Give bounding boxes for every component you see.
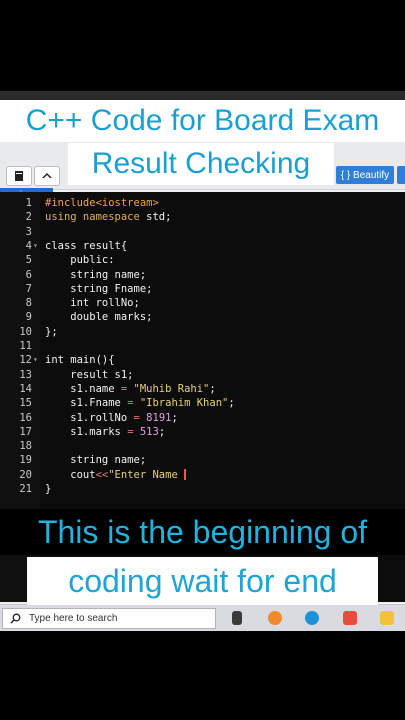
line-number: 4 — [25, 239, 32, 252]
code-line[interactable]: 5 public: — [0, 253, 405, 267]
line-number: 9 — [25, 311, 32, 324]
line-number: 12 — [19, 354, 32, 367]
line-number: 15 — [19, 397, 32, 410]
explorer-icon[interactable] — [380, 611, 394, 625]
code-line[interactable]: 6 string name; — [0, 268, 405, 282]
fold-icon[interactable]: ▾ — [33, 239, 38, 253]
line-number: 17 — [19, 425, 32, 438]
caption-bottom-line2: coding wait for end — [27, 557, 378, 605]
line-number: 18 — [19, 440, 32, 453]
code-line[interactable]: 9 double marks; — [0, 310, 405, 324]
run-button[interactable] — [34, 166, 60, 186]
code-text[interactable]: int main(){ — [45, 353, 115, 367]
line-number: 21 — [19, 483, 32, 495]
fold-icon[interactable]: ▾ — [33, 353, 38, 367]
code-text[interactable]: result s1; — [45, 368, 133, 382]
line-number: 7 — [25, 282, 32, 295]
code-line[interactable]: 12 ▾ int main(){ — [0, 353, 405, 367]
line-number: 11 — [19, 340, 32, 352]
code-line[interactable]: 17 s1.marks = 513; — [0, 425, 405, 439]
code-line[interactable]: 21} — [0, 482, 405, 496]
code-text[interactable]: string Fname; — [45, 282, 152, 296]
line-number: 14 — [19, 382, 32, 395]
taskbar-search-box[interactable]: Type here to search — [2, 608, 216, 629]
line-number: 3 — [25, 225, 32, 238]
code-line[interactable]: 3 — [0, 225, 405, 239]
code-text[interactable]: } — [45, 482, 51, 496]
beautify-button[interactable]: { } Beautify — [336, 166, 394, 184]
caption-top-line1: C++ Code for Board Exam — [0, 100, 405, 142]
code-text[interactable]: double marks; — [45, 310, 152, 324]
line-number: 2 — [25, 211, 32, 224]
run-icon — [42, 173, 52, 178]
search-icon — [10, 613, 21, 624]
code-text[interactable]: class result{ — [45, 239, 127, 253]
widgets-icon[interactable] — [232, 611, 242, 625]
code-line[interactable]: 4 ▾ class result{ — [0, 239, 405, 253]
line-number: 13 — [19, 368, 32, 381]
menu-icon — [15, 171, 23, 181]
code-line[interactable]: 13 result s1; — [0, 368, 405, 382]
code-text[interactable]: s1.name = "Muhib Rahi"; — [45, 382, 215, 396]
line-number: 20 — [19, 468, 32, 481]
code-line[interactable]: 14 s1.name = "Muhib Rahi"; — [0, 382, 405, 396]
line-number: 1 — [25, 197, 32, 209]
line-number: 10 — [19, 325, 32, 338]
line-number: 5 — [25, 254, 32, 267]
chrome-icon[interactable] — [343, 611, 357, 625]
code-text[interactable]: using namespace std; — [45, 210, 171, 224]
code-text[interactable]: cout<<"Enter Name — [45, 468, 187, 482]
line-number: 19 — [19, 454, 32, 467]
code-text[interactable]: public: — [45, 253, 114, 267]
code-line[interactable]: 15 s1.Fname = "Ibrahim Khan"; — [0, 396, 405, 410]
code-line[interactable]: 7 string Fname; — [0, 282, 405, 296]
code-line[interactable]: 10}; — [0, 325, 405, 339]
code-text[interactable]: s1.marks = 513; — [45, 425, 165, 439]
edge-icon[interactable] — [268, 611, 282, 625]
menu-button[interactable] — [6, 166, 32, 186]
code-line[interactable]: 16 s1.rollNo = 8191; — [0, 411, 405, 425]
caption-top-line2: Result Checking — [68, 143, 334, 185]
code-line[interactable]: 11 — [0, 339, 405, 353]
code-line[interactable]: 8 int rollNo; — [0, 296, 405, 310]
code-text[interactable]: int rollNo; — [45, 296, 140, 310]
code-line[interactable]: 1 #include<iostream> — [0, 196, 405, 210]
store-icon[interactable] — [305, 611, 319, 625]
line-number: 6 — [25, 268, 32, 281]
code-line[interactable]: 19 string name; — [0, 453, 405, 467]
code-line[interactable]: 2 using namespace std; — [0, 210, 405, 224]
code-text[interactable]: #include<iostream> — [45, 196, 159, 210]
code-text[interactable]: s1.rollNo = 8191; — [45, 411, 178, 425]
search-placeholder: Type here to search — [29, 613, 118, 624]
line-number: 8 — [25, 297, 32, 310]
toolbar-button-edge[interactable] — [397, 166, 405, 184]
code-text[interactable]: string name; — [45, 268, 146, 282]
code-text[interactable]: s1.Fname = "Ibrahim Khan"; — [45, 396, 234, 410]
windows-taskbar: Type here to search — [0, 604, 405, 631]
caption-bottom-line1: This is the beginning of — [0, 509, 405, 555]
code-line[interactable]: 20 cout<<"Enter Name — [0, 468, 405, 482]
code-text[interactable]: string name; — [45, 453, 146, 467]
line-number: 16 — [19, 411, 32, 424]
code-text[interactable]: }; — [45, 325, 58, 339]
code-line[interactable]: 18 — [0, 439, 405, 453]
